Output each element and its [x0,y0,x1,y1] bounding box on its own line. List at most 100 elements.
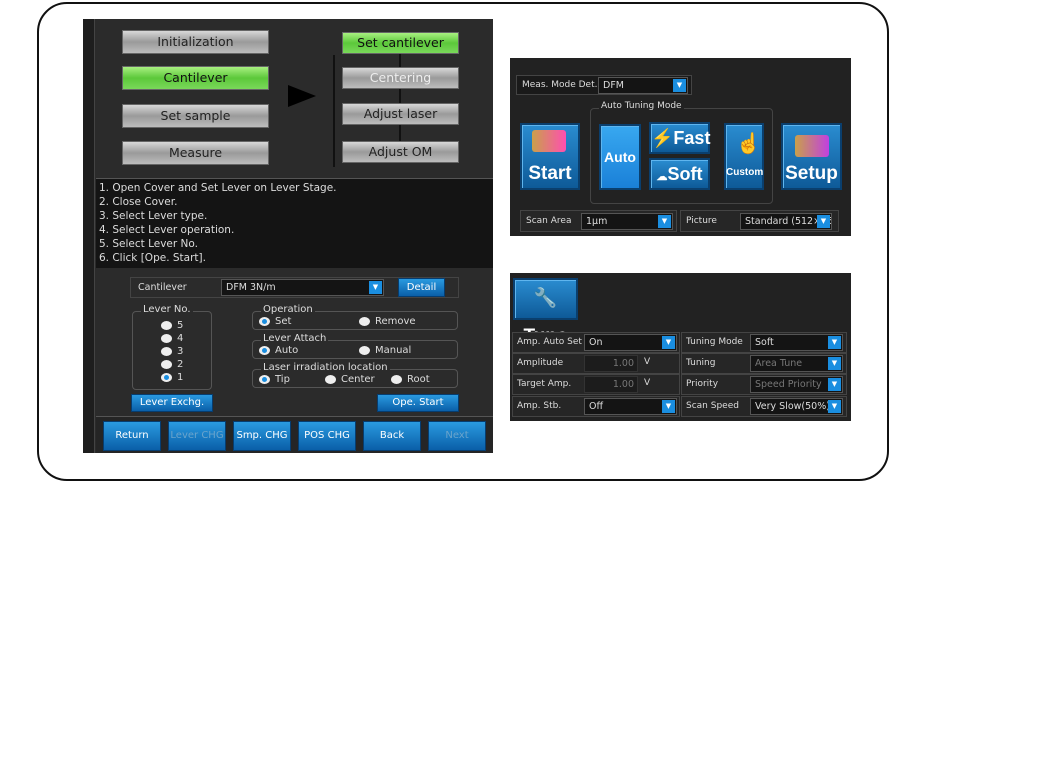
cantilever-dropdown[interactable]: DFM 3N/m ▼ [221,279,384,296]
lever-no-1[interactable]: 1 [161,372,183,383]
cantilever-panel: Initialization Cantilever Set sample Mea… [83,19,493,453]
tune-dropdown[interactable]: Speed Priority ▼ [750,376,843,393]
lever-no-group: Lever No. 5 4 3 2 1 [132,304,212,390]
step: 4. Select Lever operation. [99,224,235,236]
lever-no-5[interactable]: 5 [161,320,183,331]
setup-button[interactable]: Setup [781,123,842,190]
soft-button[interactable]: ☁Soft [649,158,710,190]
chevron-down-icon[interactable]: ▼ [828,378,841,391]
tune-label: Priority [686,379,719,389]
tune-number-field[interactable]: 1.00 [584,376,638,393]
instructions: 1. Open Cover and Set Lever on Lever Sta… [96,178,493,268]
pos-chg-button[interactable]: POS CHG [298,421,356,451]
custom-button[interactable]: ☝ Custom [724,123,764,190]
chevron-down-icon[interactable]: ▼ [662,400,675,413]
flow-measure[interactable]: Measure [122,141,269,165]
unit-label: V [644,357,651,367]
lever-chg-button[interactable]: Lever CHG [168,421,226,451]
step: 1. Open Cover and Set Lever on Lever Sta… [99,182,337,194]
chevron-down-icon[interactable]: ▼ [817,215,830,228]
scan-area-dropdown[interactable]: 1µm ▼ [581,213,673,230]
flow-set-cantilever[interactable]: Set cantilever [342,32,459,54]
chevron-down-icon[interactable]: ▼ [658,215,671,228]
tune-label: Amp. Auto Set [517,337,582,347]
tune-button[interactable]: 🔧Tune [513,278,578,347]
tune-dropdown[interactable]: Soft ▼ [750,334,843,351]
laser-location-label: Laser irradiation location [261,362,390,373]
auto-tuning-label: Auto Tuning Mode [599,101,684,111]
scan-area-label: Scan Area [526,216,572,226]
operation-set[interactable]: Set [259,316,291,327]
lever-attach-label: Lever Attach [261,333,329,344]
tune-label: Tuning [686,358,716,368]
operation-remove[interactable]: Remove [359,316,416,327]
step: 6. Click [Ope. Start]. [99,252,206,264]
tune-label: Scan Speed [686,401,739,411]
picture-label: Picture [686,216,717,226]
tune-number-field[interactable]: 1.00 [584,355,638,372]
laser-center[interactable]: Center [325,374,375,385]
smp-chg-button[interactable]: Smp. CHG [233,421,291,451]
meas-mode-dropdown[interactable]: DFM ▼ [598,77,688,94]
ope-start-button[interactable]: Ope. Start [377,394,459,412]
chevron-down-icon[interactable]: ▼ [828,336,841,349]
chevron-down-icon[interactable]: ▼ [828,357,841,370]
lever-no-label: Lever No. [141,304,193,315]
operation-group: Operation Set Remove [252,304,458,330]
chevron-down-icon[interactable]: ▼ [673,79,686,92]
chevron-down-icon[interactable]: ▼ [662,336,675,349]
cantilever-arrow-icon [532,130,566,152]
step: 3. Select Lever type. [99,210,208,222]
flow-set-sample[interactable]: Set sample [122,104,269,128]
step: 5. Select Lever No. [99,238,198,250]
next-button[interactable]: Next [428,421,486,451]
wrench-icon: 🔧 [533,288,558,309]
tune-dropdown[interactable]: Area Tune ▼ [750,355,843,372]
lever-no-3[interactable]: 3 [161,346,183,357]
flow-adjust-laser[interactable]: Adjust laser [342,103,459,125]
meas-mode-label: Meas. Mode Det. [522,80,598,90]
flow-centering[interactable]: Centering [342,67,459,89]
fast-button[interactable]: ⚡Fast [649,122,710,154]
picture-dropdown[interactable]: Standard (512×25 ▼ [740,213,832,230]
cantilever-label: Cantilever [138,282,187,293]
tune-dropdown[interactable]: Very Slow(50%) ▼ [750,398,843,415]
operation-label: Operation [261,304,315,315]
flow-cantilever[interactable]: Cantilever [122,66,269,90]
attach-auto[interactable]: Auto [259,345,298,356]
laser-tip[interactable]: Tip [259,374,290,385]
detail-button[interactable]: Detail [398,278,445,297]
cantilever-value: DFM 3N/m [226,282,276,293]
flow-adjust-om[interactable]: Adjust OM [342,141,459,163]
panel-strip [83,19,95,453]
chevron-down-icon[interactable]: ▼ [369,281,382,294]
back-button[interactable]: Back [363,421,421,451]
lever-exchange-button[interactable]: Lever Exchg. [131,394,213,412]
tune-label: Tuning Mode [686,337,743,347]
soft-icon: ☁ [656,171,668,183]
tune-label: Amp. Stb. [517,401,562,411]
tune-label: Amplitude [517,358,564,368]
unit-label: V [644,378,651,388]
tune-dropdown[interactable]: On ▼ [584,334,677,351]
laser-location-group: Laser irradiation location Tip Center Ro… [252,362,458,388]
lightning-icon: ⚡ [651,128,674,148]
return-button[interactable]: Return [103,421,161,451]
lever-no-2[interactable]: 2 [161,359,183,370]
lever-no-4[interactable]: 4 [161,333,183,344]
step: 2. Close Cover. [99,196,178,208]
tune-dropdown[interactable]: Off ▼ [584,398,677,415]
tune-panel: 🔧Tune Amp. Auto SetOn▼ Amplitude 1.00 V Targ… [510,273,851,421]
flow-initialization[interactable]: Initialization [122,30,269,54]
flow-line [333,55,335,167]
setup-icon [795,135,829,157]
arrow-right-icon [288,85,316,107]
nav-bar: Return Lever CHG Smp. CHG POS CHG Back N… [96,416,493,453]
auto-button[interactable]: Auto [599,124,641,190]
tune-label: Target Amp. [517,379,572,389]
attach-manual[interactable]: Manual [359,345,411,356]
chevron-down-icon[interactable]: ▼ [828,400,841,413]
lever-attach-group: Lever Attach Auto Manual [252,333,458,359]
laser-root[interactable]: Root [391,374,430,385]
hand-pointer-icon: ☝ [736,133,761,155]
